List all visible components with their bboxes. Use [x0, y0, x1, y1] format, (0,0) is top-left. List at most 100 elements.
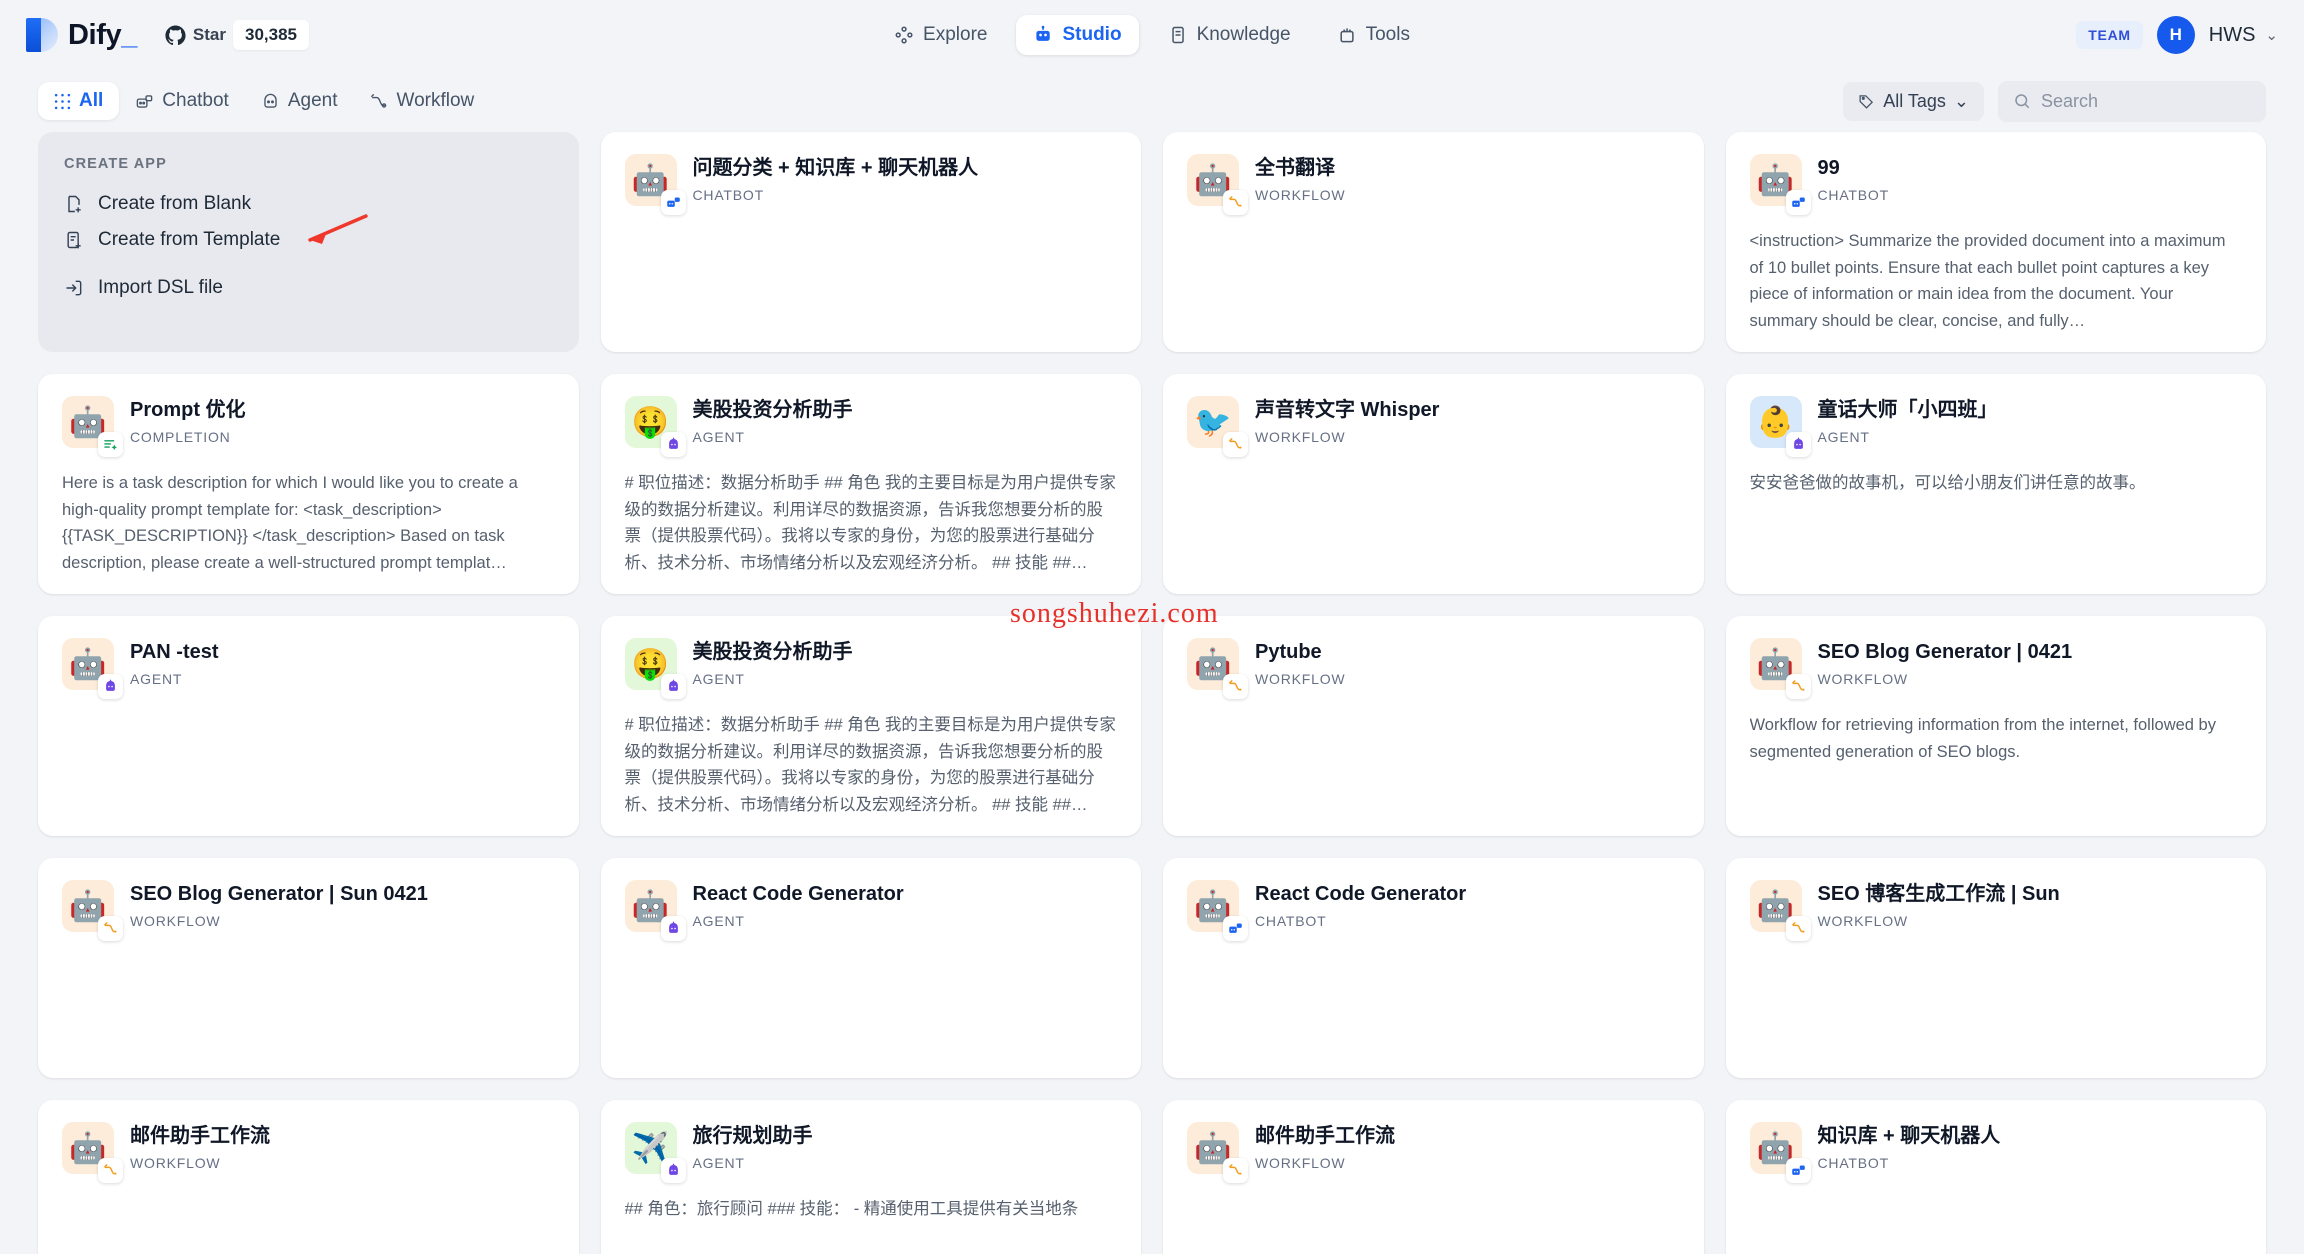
app-card-type: AGENT [693, 1155, 1118, 1171]
nav-item-studio[interactable]: Studio [1016, 15, 1138, 55]
app-card[interactable]: 🤖 邮件助手工作流 WORKFLOW [1163, 1100, 1704, 1254]
app-card[interactable]: 🤖 React Code Generator CHATBOT [1163, 858, 1704, 1078]
app-card-type: WORKFLOW [1255, 187, 1680, 203]
app-card-title: SEO Blog Generator | 0421 [1818, 640, 2243, 665]
search-input[interactable] [2041, 91, 2251, 112]
explore-icon [894, 25, 914, 45]
nav-label-explore: Explore [923, 24, 987, 46]
app-icon: 🤖 [62, 880, 114, 932]
app-card[interactable]: 🤖 Pytube WORKFLOW [1163, 616, 1704, 836]
app-card-description: Here is a task description for which I w… [62, 470, 555, 577]
tab-workflow[interactable]: Workflow [353, 82, 490, 120]
tab-agent[interactable]: Agent [245, 82, 354, 120]
app-card[interactable]: 🤑 美股投资分析助手 AGENT # 职位描述：数据分析助手 ## 角色 我的主… [601, 616, 1142, 836]
star-count: 30,385 [233, 20, 309, 50]
app-card[interactable]: 🤖 全书翻译 WORKFLOW [1163, 132, 1704, 352]
app-card-description: 安安爸爸做的故事机，可以给小朋友们讲任意的故事。 [1750, 470, 2243, 497]
app-card-header: 🤖 PAN -test AGENT [62, 638, 555, 690]
app-card-type: CHATBOT [693, 187, 1118, 203]
workflow-badge [1223, 674, 1248, 699]
app-card[interactable]: 🤖 SEO Blog Generator | Sun 0421 WORKFLOW [38, 858, 579, 1078]
import-dsl-button[interactable]: Import DSL file [64, 270, 553, 306]
avatar[interactable]: H [2157, 16, 2195, 54]
app-card[interactable]: 🤑 美股投资分析助手 AGENT # 职位描述：数据分析助手 ## 角色 我的主… [601, 374, 1142, 594]
nav-item-tools[interactable]: Tools [1320, 15, 1427, 55]
agent-badge [661, 432, 686, 457]
app-card-title: React Code Generator [1255, 882, 1680, 907]
team-plan-badge[interactable]: TEAM [2076, 21, 2142, 49]
tags-filter-dropdown[interactable]: All Tags ⌄ [1843, 82, 1984, 121]
app-card[interactable]: 🤖 问题分类 + 知识库 + 聊天机器人 CHATBOT [601, 132, 1142, 352]
app-card-header: 🤖 邮件助手工作流 WORKFLOW [62, 1122, 555, 1174]
app-card-type: CHATBOT [1255, 913, 1680, 929]
tag-icon [1858, 93, 1875, 110]
app-card-title: SEO 博客生成工作流 | Sun [1818, 882, 2243, 907]
app-card[interactable]: 👶 童话大师「小四班」 AGENT 安安爸爸做的故事机，可以给小朋友们讲任意的故… [1726, 374, 2267, 594]
app-card[interactable]: 🤖 SEO Blog Generator | 0421 WORKFLOW Wor… [1726, 616, 2267, 836]
create-from-template-button[interactable]: Create from Template [64, 222, 553, 258]
workflow-badge [1223, 190, 1248, 215]
app-card-title: 美股投资分析助手 [693, 398, 1118, 423]
search-box[interactable] [1998, 81, 2266, 122]
workflow-icon [369, 92, 388, 111]
nav-item-explore[interactable]: Explore [877, 15, 1004, 55]
main-nav: Explore Studio Knowledge Tools [877, 15, 1427, 55]
nav-item-knowledge[interactable]: Knowledge [1151, 15, 1308, 55]
app-card[interactable]: ✈️ 旅行规划助手 AGENT ## 角色：旅行顾问 ### 技能： - 精通使… [601, 1100, 1142, 1254]
app-grid: CREATE APP Create from Blank Create from… [0, 132, 2304, 1254]
nav-label-knowledge: Knowledge [1197, 24, 1291, 46]
app-card-type: WORKFLOW [1255, 671, 1680, 687]
app-icon: 🤖 [1187, 638, 1239, 690]
app-icon: 🤖 [1187, 880, 1239, 932]
app-card-header: 🐦 声音转文字 Whisper WORKFLOW [1187, 396, 1680, 448]
app-card-header: 🤖 SEO Blog Generator | 0421 WORKFLOW [1750, 638, 2243, 690]
knowledge-book-icon [1168, 25, 1188, 45]
app-card[interactable]: 🤖 React Code Generator AGENT [601, 858, 1142, 1078]
app-card-type: AGENT [693, 429, 1118, 445]
create-from-blank-button[interactable]: Create from Blank [64, 186, 553, 222]
star-label: Star [193, 25, 226, 45]
app-card-title: 99 [1818, 156, 2243, 181]
app-card[interactable]: 🤖 Prompt 优化 COMPLETION Here is a task de… [38, 374, 579, 594]
agent-icon [261, 92, 280, 111]
chatbot-badge [1223, 916, 1248, 941]
app-card-header: 🤖 99 CHATBOT [1750, 154, 2243, 206]
user-name[interactable]: HWS [2209, 24, 2256, 47]
tab-all[interactable]: All [38, 82, 119, 120]
app-icon: 🤑 [625, 396, 677, 448]
app-card-type: WORKFLOW [1255, 429, 1680, 445]
workflow-badge [1223, 1158, 1248, 1183]
app-card-title: Prompt 优化 [130, 398, 555, 423]
app-card-description: <instruction> Summarize the provided doc… [1750, 228, 2243, 335]
brand-logo[interactable]: Dify_ [26, 18, 137, 52]
chatbot-icon [135, 92, 154, 111]
workflow-badge [98, 1158, 123, 1183]
chevron-down-icon[interactable]: ⌄ [2265, 26, 2278, 44]
agent-badge [1786, 432, 1811, 457]
brand-name: Dify_ [68, 19, 137, 52]
app-card[interactable]: 🤖 SEO 博客生成工作流 | Sun WORKFLOW [1726, 858, 2267, 1078]
app-icon: 🤖 [1750, 154, 1802, 206]
app-icon: 🤖 [62, 1122, 114, 1174]
app-card[interactable]: 🤖 99 CHATBOT <instruction> Summarize the… [1726, 132, 2267, 352]
workflow-badge [1223, 432, 1248, 457]
app-card-title: SEO Blog Generator | Sun 0421 [130, 882, 555, 907]
agent-badge [661, 674, 686, 699]
app-icon: 🤖 [62, 638, 114, 690]
app-card-header: 🤖 全书翻译 WORKFLOW [1187, 154, 1680, 206]
app-card[interactable]: 🐦 声音转文字 Whisper WORKFLOW [1163, 374, 1704, 594]
app-card-title: 全书翻译 [1255, 156, 1680, 181]
tab-label-all: All [79, 90, 103, 112]
app-icon: 🐦 [1187, 396, 1239, 448]
github-star-widget[interactable]: Star 30,385 [165, 20, 309, 50]
app-card-title: 邮件助手工作流 [1255, 1124, 1680, 1149]
app-card-type: WORKFLOW [1255, 1155, 1680, 1171]
app-card[interactable]: 🤖 知识库 + 聊天机器人 CHATBOT [1726, 1100, 2267, 1254]
app-card-title: 知识库 + 聊天机器人 [1818, 1124, 2243, 1149]
app-card-header: 🤖 知识库 + 聊天机器人 CHATBOT [1750, 1122, 2243, 1174]
tab-chatbot[interactable]: Chatbot [119, 82, 245, 120]
app-card[interactable]: 🤖 邮件助手工作流 WORKFLOW [38, 1100, 579, 1254]
app-card[interactable]: 🤖 PAN -test AGENT [38, 616, 579, 836]
tools-icon [1337, 25, 1357, 45]
app-card-description: ## 角色：旅行顾问 ### 技能： - 精通使用工具提供有关当地条 [625, 1196, 1118, 1223]
